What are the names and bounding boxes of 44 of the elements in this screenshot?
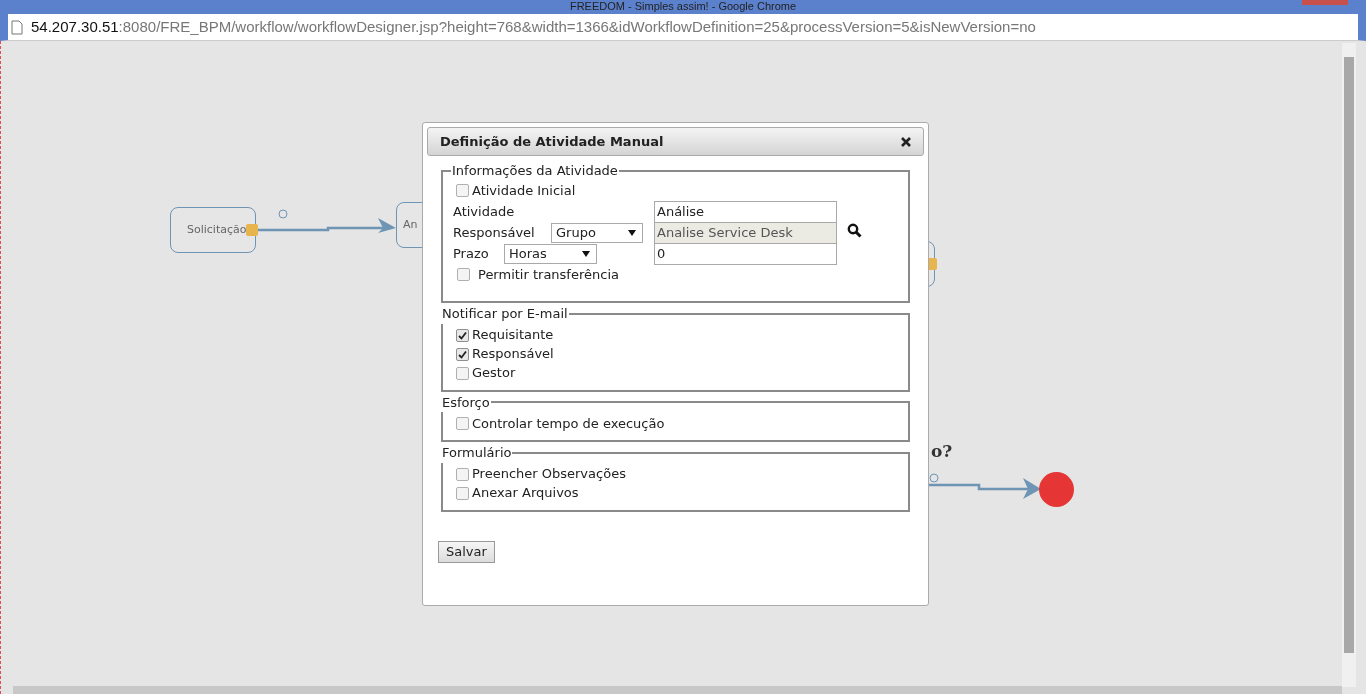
- checkbox[interactable]: [456, 183, 469, 197]
- window-title: FREEDOM - Simples assim! - Google Chrome: [569, 0, 797, 14]
- url-text: 54.207.30.51:8080/FRE_BPM/workflow/workflowDesigner.jsp?height=768&width=1366&idWorkflowDefinition=25&processVersion=5&isNewVersion=no: [31, 16, 1036, 37]
- page-icon: [11, 19, 23, 35]
- input-field[interactable]: Análise: [654, 201, 837, 223]
- checkbox-label: Requisitante: [472, 326, 554, 345]
- field-label: Prazo: [453, 245, 490, 264]
- group-legend: Esforço: [441, 392, 491, 412]
- checkbox-label: Anexar Arquivos: [472, 484, 579, 503]
- vertical-scrollbar[interactable]: [1342, 43, 1356, 687]
- checkbox-label: Responsável: [472, 345, 554, 364]
- checkbox[interactable]: [457, 268, 470, 282]
- caret-icon: [628, 230, 636, 236]
- horizontal-scrollbar[interactable]: [13, 686, 1342, 694]
- checkbox[interactable]: [456, 467, 469, 481]
- checkbox-label: Permitir transferência: [478, 266, 619, 284]
- end-event: [1039, 472, 1074, 507]
- dropdown[interactable]: Horas: [504, 244, 597, 264]
- checkbox[interactable]: [456, 486, 469, 500]
- checkbox[interactable]: [456, 366, 469, 380]
- gateway-label: o?: [931, 440, 953, 463]
- save-button[interactable]: Salvar: [438, 540, 495, 563]
- dialog-title: Definição de Atividade Manual: [440, 132, 664, 151]
- checkbox-label: Preencher Observações: [472, 465, 626, 484]
- checkbox-label: Atividade Inicial: [472, 181, 576, 200]
- search-icon[interactable]: [847, 222, 862, 238]
- field-label: Responsável: [453, 224, 536, 243]
- group-legend: Notificar por E-mail: [441, 304, 569, 324]
- address-bar[interactable]: 54.207.30.51:8080/FRE_BPM/workflow/workflowDesigner.jsp?height=768&width=1366&idWorkflowDefinition=25&processVersion=5&isNewVersion=no: [0, 14, 1366, 41]
- node-label: Solicitação: [187, 221, 247, 238]
- group-legend: Informações da Atividade: [451, 161, 619, 181]
- field-label: Atividade: [453, 203, 516, 222]
- checkbox[interactable]: [456, 328, 469, 342]
- caret-icon: [582, 251, 590, 257]
- port-icon: [246, 224, 258, 236]
- checkbox-label: Controlar tempo de execução: [472, 414, 665, 433]
- checkbox-label: Gestor: [472, 364, 516, 383]
- node-label: An: [403, 216, 418, 233]
- checkbox[interactable]: [456, 347, 469, 361]
- group-legend: Formulário: [441, 443, 513, 463]
- activity-node[interactable]: Solicitação: [170, 207, 256, 253]
- close-icon[interactable]: [901, 136, 911, 147]
- checkbox[interactable]: [456, 417, 469, 430]
- input-field[interactable]: 0: [654, 243, 837, 265]
